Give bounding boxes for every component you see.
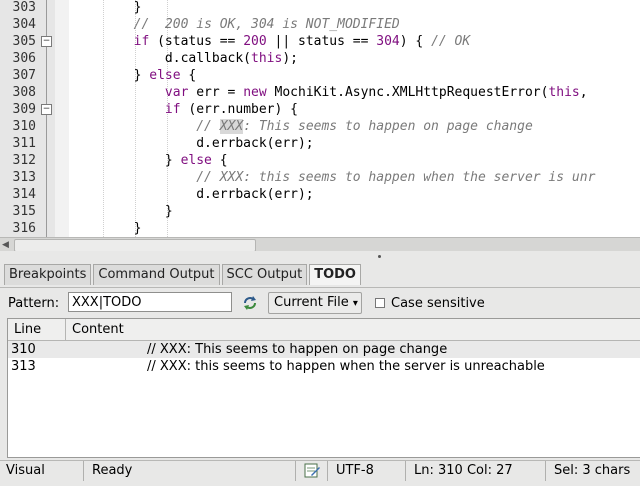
table-row[interactable]: 313 // XXX: this seems to happen when th… — [8, 358, 640, 375]
code-line[interactable]: 314 d.errback(err); — [0, 186, 640, 203]
line-number: 313 — [12, 170, 36, 185]
line-number: 310 — [12, 119, 36, 134]
line-number: 306 — [12, 51, 36, 66]
code-text: // XXX: This seems to happen on page cha… — [196, 119, 533, 134]
todo-filter-bar: Pattern: Current File ▾ Case sensitive — [0, 287, 640, 318]
table-header: Line Content — [8, 319, 640, 341]
status-encoding[interactable]: UTF-8 — [330, 461, 406, 481]
row-line-number: 313 — [11, 359, 36, 374]
scope-dropdown[interactable]: Current File ▾ — [268, 292, 362, 314]
fold-toggle-icon[interactable]: − — [41, 104, 52, 115]
code-text: // XXX: this seems to happen when the se… — [196, 170, 596, 185]
code-line[interactable]: 313 // XXX: this seems to happen when th… — [0, 169, 640, 186]
case-sensitive-checkbox[interactable] — [375, 298, 385, 308]
row-line-number: 310 — [11, 342, 36, 357]
code-editor[interactable]: 303 } 304 // 200 is OK, 304 is NOT_MODIFI… — [0, 0, 640, 237]
splitter-grip-icon — [378, 255, 381, 258]
code-line[interactable]: 311 d.errback(err); — [0, 135, 640, 152]
case-sensitive-label[interactable]: Case sensitive — [391, 296, 485, 311]
code-text: } else { — [71, 153, 228, 168]
tab-command-output[interactable]: Command Output — [93, 264, 220, 285]
code-line[interactable]: 303 } — [0, 0, 640, 16]
code-line[interactable]: 312 } else { — [0, 152, 640, 169]
code-line[interactable]: 305− if (status == 200 || status == 304)… — [0, 33, 640, 50]
code-text: d.callback(this); — [71, 51, 298, 66]
scroll-left-arrow-icon[interactable]: ◀ — [2, 240, 9, 250]
line-number: 305 — [12, 34, 36, 49]
pattern-label: Pattern: — [8, 296, 60, 311]
refresh-icon-graphic — [244, 296, 256, 310]
code-text: } — [71, 221, 142, 236]
code-text: var err = new MochiKit.Async.XMLHttpRequ… — [164, 85, 596, 100]
line-number: 307 — [12, 68, 36, 83]
line-number: 303 — [12, 0, 36, 15]
horizontal-scrollbar[interactable]: ◀ — [0, 237, 640, 252]
code-line[interactable]: 308 var err = new MochiKit.Async.XMLHttp… — [0, 84, 640, 101]
table-row[interactable]: 310 // XXX: This seems to happen on page… — [8, 341, 640, 358]
status-bar: Visual Ready UTF-8 Ln: 310 Col: 27 Sel: … — [0, 460, 640, 481]
code-line[interactable]: 307 } else { — [0, 67, 640, 84]
code-line[interactable]: 304 // 200 is OK, 304 is NOT_MODIFIED — [0, 16, 640, 33]
fold-toggle-icon[interactable]: − — [41, 36, 52, 47]
code-text: d.errback(err); — [71, 136, 314, 151]
code-text: // 200 is OK, 304 is NOT_MODIFIED — [133, 17, 400, 32]
line-number: 309 — [12, 102, 36, 117]
tab-scc-output[interactable]: SCC Output — [221, 264, 308, 285]
code-line[interactable]: 309− if (err.number) { — [0, 101, 640, 118]
status-mode: Visual — [0, 461, 84, 481]
refresh-icon[interactable] — [240, 294, 260, 312]
code-text: } — [71, 0, 142, 15]
status-edit-icon[interactable] — [298, 461, 328, 481]
todo-results-table: Line Content 310 // XXX: This seems to h… — [7, 318, 640, 458]
tab-breakpoints[interactable]: Breakpoints — [4, 264, 92, 285]
pane-splitter[interactable] — [0, 251, 640, 261]
line-number: 311 — [12, 136, 36, 151]
status-state: Ready — [86, 461, 296, 481]
line-number: 314 — [12, 187, 36, 202]
status-selection: Sel: 3 chars — [554, 463, 631, 478]
line-number: 308 — [12, 85, 36, 100]
code-line[interactable]: 306 d.callback(this); — [0, 50, 640, 67]
code-text: d.errback(err); — [71, 187, 314, 202]
bottom-panel-tabs: Breakpoints Command Output SCC Output TO… — [4, 264, 363, 286]
scope-dropdown-value: Current File — [274, 295, 349, 310]
column-header-line[interactable]: Line — [8, 319, 66, 340]
tab-todo[interactable]: TODO — [309, 264, 361, 285]
line-number: 316 — [12, 221, 36, 236]
status-cursor-position: Ln: 310 Col: 27 — [408, 461, 546, 481]
code-line[interactable]: 315 } — [0, 203, 640, 220]
code-text: if (status == 200 || status == 304) { //… — [133, 34, 471, 49]
code-line[interactable]: 310 // XXX: This seems to happen on page… — [0, 118, 640, 135]
row-content: // XXX: this seems to happen when the se… — [147, 359, 545, 374]
code-text: if (err.number) { — [164, 102, 298, 117]
line-number: 315 — [12, 204, 36, 219]
column-header-content[interactable]: Content — [66, 319, 640, 340]
code-text: } else { — [71, 68, 197, 83]
document-edit-icon — [304, 463, 320, 478]
line-number: 304 — [12, 17, 36, 32]
row-content: // XXX: This seems to happen on page cha… — [147, 342, 448, 357]
code-line[interactable]: 316 } — [0, 220, 640, 237]
chevron-down-icon: ▾ — [352, 298, 358, 309]
pattern-input[interactable] — [68, 292, 232, 312]
code-text: } — [71, 204, 173, 219]
line-number: 312 — [12, 153, 36, 168]
